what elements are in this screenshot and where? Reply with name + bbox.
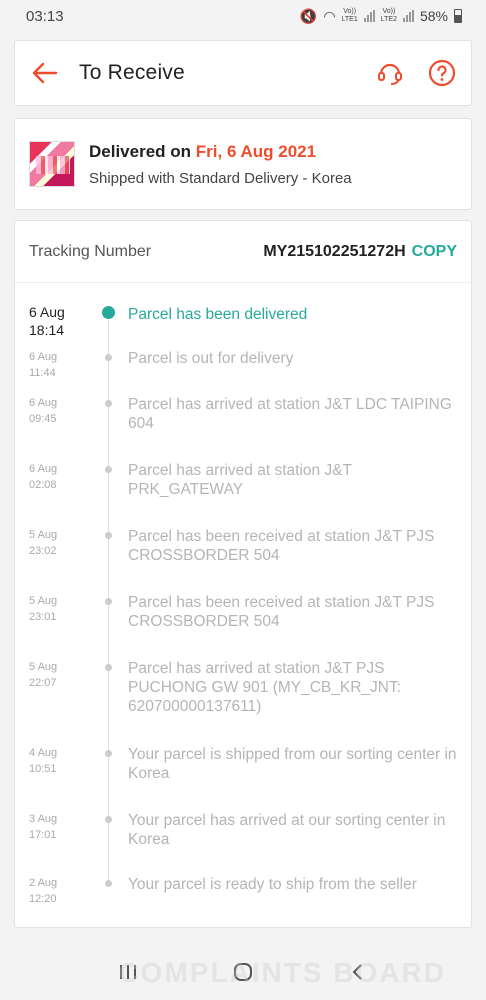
event-date: 5 Aug — [29, 595, 58, 607]
timeline-event: 5 Aug 23:01 Parcel has been received at s… — [15, 593, 471, 659]
dot-icon — [105, 598, 112, 605]
lte2-indicator: Vo)) LTE2 — [380, 8, 397, 23]
event-description: Your parcel is ready to ship from the se… — [128, 876, 417, 893]
event-description: Your parcel is shipped from our sorting … — [128, 746, 457, 782]
timeline-event: 2 Aug 12:20 Your parcel is ready to ship … — [15, 875, 471, 915]
page-header: To Receive — [14, 40, 472, 106]
event-date: 6 Aug — [29, 304, 65, 320]
event-description: Parcel has arrived at station J&T LDC TA… — [128, 396, 452, 432]
event-date: 6 Aug — [29, 351, 58, 363]
tracking-number: MY215102251272H — [263, 242, 406, 260]
event-date: 4 Aug — [29, 747, 58, 759]
event-time: 17:01 — [29, 829, 57, 841]
event-description: Parcel has arrived at station J&T PRK_GA… — [128, 462, 352, 498]
event-time: 09:45 — [29, 413, 57, 425]
timeline-event: 5 Aug 22:07 Parcel has arrived at station… — [15, 659, 471, 745]
dot-icon — [105, 354, 112, 361]
battery-icon — [454, 9, 462, 23]
event-time: 23:01 — [29, 611, 57, 623]
lte1-indicator: Vo)) LTE1 — [341, 8, 358, 23]
event-description: Parcel is out for delivery — [128, 350, 294, 367]
wifi-icon: ◠ — [323, 7, 336, 24]
event-time: 10:51 — [29, 763, 57, 775]
event-date: 5 Aug — [29, 529, 58, 541]
dot-icon — [105, 664, 112, 671]
delivered-status: Delivered on Fri, 6 Aug 2021 — [89, 142, 352, 162]
event-description: Parcel has been received at station J&T … — [128, 594, 435, 630]
timeline-event: 6 Aug 02:08 Parcel has arrived at station… — [15, 461, 471, 527]
dot-icon — [105, 400, 112, 407]
event-time: 11:44 — [29, 367, 56, 379]
timeline-event: 3 Aug 17:01 Your parcel has arrived at ou… — [15, 811, 471, 875]
delivery-status-card: Delivered on Fri, 6 Aug 2021 Shipped wit… — [14, 118, 472, 210]
copy-button[interactable]: COPY — [412, 243, 457, 261]
event-time: 23:02 — [29, 545, 57, 557]
dot-icon — [105, 816, 112, 823]
tracking-label: Tracking Number — [29, 242, 152, 260]
timeline-event: 6 Aug 09:45 Parcel has arrived at station… — [15, 395, 471, 461]
event-date: 2 Aug — [29, 877, 58, 889]
signal1-icon — [363, 10, 375, 22]
timeline-event: 4 Aug 10:51 Your parcel is shipped from o… — [15, 745, 471, 811]
dot-icon — [105, 880, 112, 887]
help-icon[interactable] — [427, 58, 457, 88]
watermark: COMPLAINTS BOARD — [118, 957, 446, 988]
event-date: 6 Aug — [29, 397, 58, 409]
customer-service-icon[interactable] — [375, 58, 405, 88]
event-date: 6 Aug — [29, 463, 58, 475]
dot-icon — [105, 532, 112, 539]
event-time: 02:08 — [29, 479, 57, 491]
timeline-event: 6 Aug 18:14 Parcel has been delivered — [15, 303, 471, 349]
system-nav-bar: COMPLAINTS BOARD — [0, 944, 486, 1000]
dot-icon — [105, 466, 112, 473]
event-date: 5 Aug — [29, 661, 58, 673]
page-title: To Receive — [79, 61, 185, 84]
mute-icon: 🔇 — [299, 7, 318, 24]
back-arrow-icon[interactable] — [31, 59, 59, 87]
timeline-event: 5 Aug 23:02 Parcel has been received at s… — [15, 527, 471, 593]
event-description: Parcel has been received at station J&T … — [128, 528, 435, 564]
product-thumbnail — [29, 141, 75, 187]
status-icons: 🔇 ◠ Vo)) LTE1 Vo)) LTE2 58% — [300, 8, 462, 25]
delivered-date: Fri, 6 Aug 2021 — [195, 141, 317, 161]
event-date: 3 Aug — [29, 813, 58, 825]
event-description: Parcel has arrived at station J&T PJS PU… — [128, 660, 402, 715]
dot-icon — [105, 750, 112, 757]
shipping-method: Shipped with Standard Delivery - Korea — [89, 169, 352, 187]
event-time: 22:07 — [29, 677, 57, 689]
status-bar: 03:13 🔇 ◠ Vo)) LTE1 Vo)) LTE2 58% — [0, 0, 486, 32]
event-time: 18:14 — [29, 322, 65, 338]
timeline-event: 6 Aug 11:44 Parcel is out for delivery — [15, 349, 471, 395]
signal2-icon — [402, 10, 414, 22]
active-dot-icon — [102, 306, 115, 319]
tracking-card: Tracking Number MY215102251272H COPY 6 A… — [14, 220, 472, 928]
tracking-timeline: 6 Aug 18:14 Parcel has been delivered 6 A… — [15, 283, 471, 915]
delivered-prefix: Delivered on — [89, 141, 192, 161]
battery-percent: 58% — [419, 8, 448, 24]
clock: 03:13 — [26, 7, 64, 25]
event-description: Parcel has been delivered — [128, 306, 308, 323]
event-time: 12:20 — [29, 893, 57, 905]
event-description: Your parcel has arrived at our sorting c… — [128, 812, 446, 848]
tracking-number-row: Tracking Number MY215102251272H COPY — [15, 221, 471, 283]
